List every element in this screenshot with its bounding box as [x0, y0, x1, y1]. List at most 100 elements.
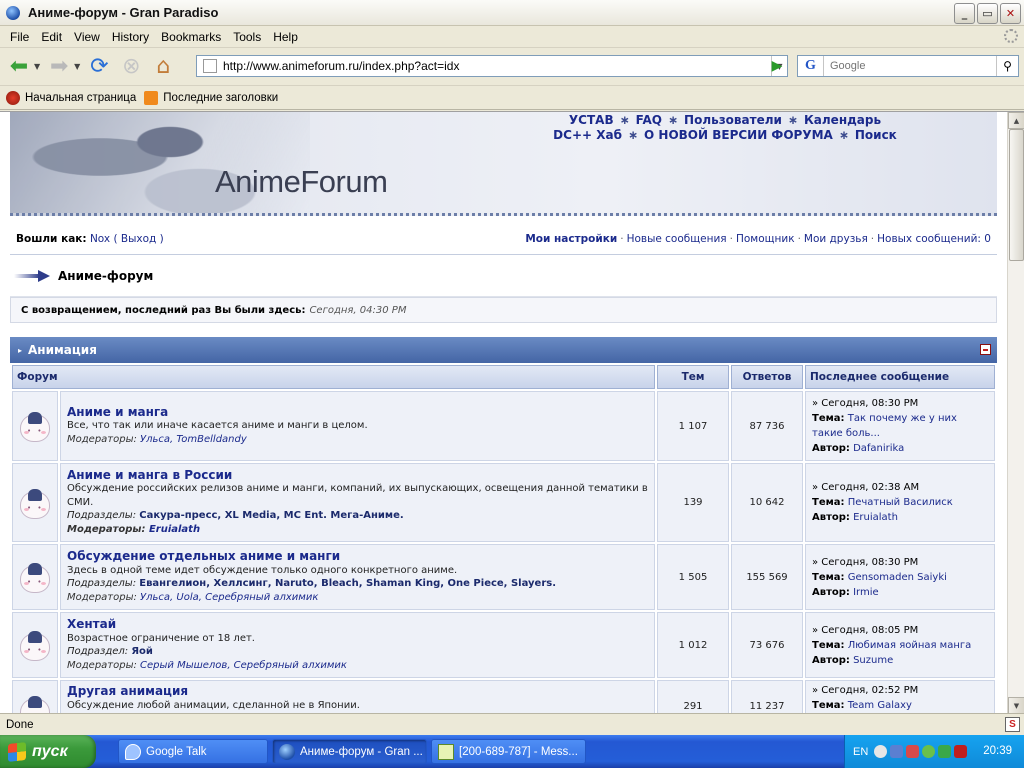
vertical-scrollbar[interactable]: ▲ ▼ — [1007, 112, 1024, 713]
moderator-links[interactable]: Ульса, Uola, Серебряный алхимик — [140, 592, 318, 603]
collapse-icon[interactable] — [980, 344, 991, 355]
moderator-links[interactable]: Серый Мышелов, Серебряный алхимик — [140, 660, 347, 671]
logout-link[interactable]: ( Выход ) — [113, 233, 163, 245]
assistant-link[interactable]: Помощник — [736, 233, 795, 245]
forum-status-cell: • • — [12, 544, 58, 610]
forward-button[interactable]: ➡ — [46, 54, 72, 80]
last-post-topic-link[interactable]: Печатный Василиск — [848, 497, 953, 508]
forum-title-link[interactable]: Обсуждение отдельных аниме и манги — [67, 549, 648, 564]
content-viewport: AnimeForum УСТАВ ∗ FAQ ∗ Пользователи ∗ Календ… — [0, 111, 1024, 713]
bookmark-home-page[interactable]: Начальная страница — [6, 90, 136, 105]
user-links: Мои настройки · Новые сообщения · Помощник · М… — [525, 232, 991, 245]
forward-history-icon[interactable]: ▼ — [74, 62, 80, 71]
last-post-date[interactable]: » Сегодня, 08:30 PM — [812, 396, 988, 411]
category-header[interactable]: ▸ Анимация — [10, 337, 997, 363]
back-history-icon[interactable]: ▼ — [34, 62, 40, 71]
last-post-topic-link[interactable]: Любимая яойная манга — [848, 640, 972, 651]
last-post-cell: » Сегодня, 08:05 PM Тема: Любимая яойная… — [805, 612, 995, 678]
breadcrumb-current[interactable]: Аниме-форум — [58, 269, 153, 283]
menu-bookmarks[interactable]: Bookmarks — [155, 30, 227, 44]
tray-back-icon[interactable] — [874, 745, 888, 758]
forum-title-link[interactable]: Другая анимация — [67, 684, 648, 699]
subforum-links[interactable]: Сакура-пресс, XL Media, MC Ent. Мега-Ани… — [139, 510, 403, 521]
forum-description: Возрастное ограничение от 18 лет. — [67, 632, 255, 644]
last-post-topic-link[interactable]: Team Galaxy — [848, 700, 912, 711]
tray-volume-icon[interactable] — [938, 745, 952, 758]
last-post-author-link[interactable]: Suzume — [853, 655, 893, 666]
search-icon[interactable]: ⚲ — [996, 56, 1018, 76]
last-post-date[interactable]: » Сегодня, 02:38 AM — [812, 480, 988, 495]
tray-antivirus-icon[interactable] — [954, 745, 968, 758]
reload-button[interactable]: ⟳ — [86, 54, 112, 80]
nav-new-version[interactable]: О НОВОЙ ВЕРСИИ ФОРУМА — [644, 128, 833, 142]
url-text[interactable]: http://www.animeforum.ru/index.php?act=i… — [223, 59, 771, 73]
bookmark-latest-headlines[interactable]: Последние заголовки — [144, 90, 278, 105]
skype-status-icon[interactable]: S — [1005, 717, 1020, 732]
menu-view[interactable]: View — [68, 30, 106, 44]
last-post-topic-link[interactable]: Gensomaden Saiyki — [848, 572, 947, 583]
nav-dc-hub[interactable]: DC++ Хаб — [553, 128, 622, 142]
forum-info-cell: Другая анимация Обсуждение любой анимаци… — [60, 680, 655, 713]
address-bar[interactable]: http://www.animeforum.ru/index.php?act=i… — [196, 55, 788, 77]
new-messages-link[interactable]: Новых сообщений: 0 — [877, 233, 991, 245]
search-input[interactable] — [824, 60, 996, 72]
category-title[interactable]: Анимация — [28, 343, 97, 357]
scroll-down-icon[interactable]: ▼ — [1008, 697, 1024, 713]
system-tray: EN 20:39 — [844, 735, 1024, 768]
last-post-author-link[interactable]: Eruialath — [853, 512, 898, 523]
home-button[interactable]: ⌂ — [150, 54, 176, 80]
scroll-up-icon[interactable]: ▲ — [1008, 112, 1024, 129]
username-link[interactable]: Nox — [90, 233, 110, 245]
window-controls: _ ▭ ✕ — [954, 3, 1021, 24]
menu-edit[interactable]: Edit — [35, 30, 68, 44]
last-post-date[interactable]: » Сегодня, 08:05 PM — [812, 623, 988, 638]
my-settings-link[interactable]: Мои настройки — [525, 233, 617, 245]
nav-users[interactable]: Пользователи — [684, 113, 782, 127]
scroll-thumb[interactable] — [1009, 129, 1024, 261]
user-bar: Вошли как: Nox ( Выход ) Мои настройки · Н… — [10, 223, 997, 255]
go-button[interactable]: ▶ — [766, 57, 788, 75]
subforum-links[interactable]: Яой — [131, 646, 153, 657]
menu-help[interactable]: Help — [267, 30, 304, 44]
maximize-button[interactable]: ▭ — [977, 3, 998, 24]
nav-rules[interactable]: УСТАВ — [569, 113, 614, 127]
stop-button[interactable]: ⊗ — [118, 54, 144, 80]
menu-history[interactable]: History — [106, 30, 155, 44]
close-button[interactable]: ✕ — [1000, 3, 1021, 24]
moderator-links[interactable]: Eruialath — [149, 524, 200, 535]
last-post-date[interactable]: » Сегодня, 02:52 PM — [812, 683, 988, 698]
forum-title-link[interactable]: Аниме и манга в России — [67, 468, 648, 483]
col-forum: Форум — [12, 365, 655, 389]
tray-mail-icon[interactable] — [906, 745, 920, 758]
minimize-button[interactable]: _ — [954, 3, 975, 24]
search-bar[interactable]: G ⚲ — [797, 55, 1019, 77]
last-post-author-link[interactable]: Irmie — [853, 587, 879, 598]
forum-title-link[interactable]: Хентай — [67, 617, 648, 632]
menu-file[interactable]: File — [4, 30, 35, 44]
moderator-links[interactable]: Ульса, TomBelldandy — [140, 434, 247, 445]
language-indicator[interactable]: EN — [853, 746, 868, 758]
nav-calendar[interactable]: Календарь — [804, 113, 881, 127]
new-posts-link[interactable]: Новые сообщения — [627, 233, 727, 245]
tray-icq-icon[interactable] — [922, 745, 936, 758]
col-last-post: Последнее сообщение — [805, 365, 995, 389]
start-button[interactable]: пуск — [0, 735, 96, 768]
task-messenger[interactable]: [200-689-787] - Mess... — [431, 739, 586, 764]
nav-faq[interactable]: FAQ — [636, 113, 662, 127]
menu-tools[interactable]: Tools — [227, 30, 267, 44]
login-info: Вошли как: Nox ( Выход ) — [16, 232, 164, 245]
breadcrumb: Аниме-форум — [10, 255, 997, 297]
task-browser[interactable]: Аниме-форум - Gran ... — [272, 739, 427, 764]
tray-network-icon[interactable] — [890, 745, 904, 758]
my-friends-link[interactable]: Мои друзья — [804, 233, 868, 245]
back-button[interactable]: ⬅ — [6, 54, 32, 80]
site-logo[interactable]: AnimeForum — [215, 164, 388, 200]
last-post-date[interactable]: » Сегодня, 08:30 PM — [812, 555, 988, 570]
task-google-talk[interactable]: Google Talk — [118, 739, 268, 764]
google-engine-icon[interactable]: G — [798, 56, 824, 76]
forum-title-link[interactable]: Аниме и манга — [67, 405, 648, 420]
table-row: • • Обсуждение отдельных аниме и манги З… — [12, 544, 995, 610]
last-post-author-link[interactable]: Dafanirika — [853, 443, 904, 454]
nav-search[interactable]: Поиск — [855, 128, 897, 142]
subforum-links[interactable]: Евангелион, Хеллсинг, Naruto, Bleach, Sh… — [139, 578, 556, 589]
